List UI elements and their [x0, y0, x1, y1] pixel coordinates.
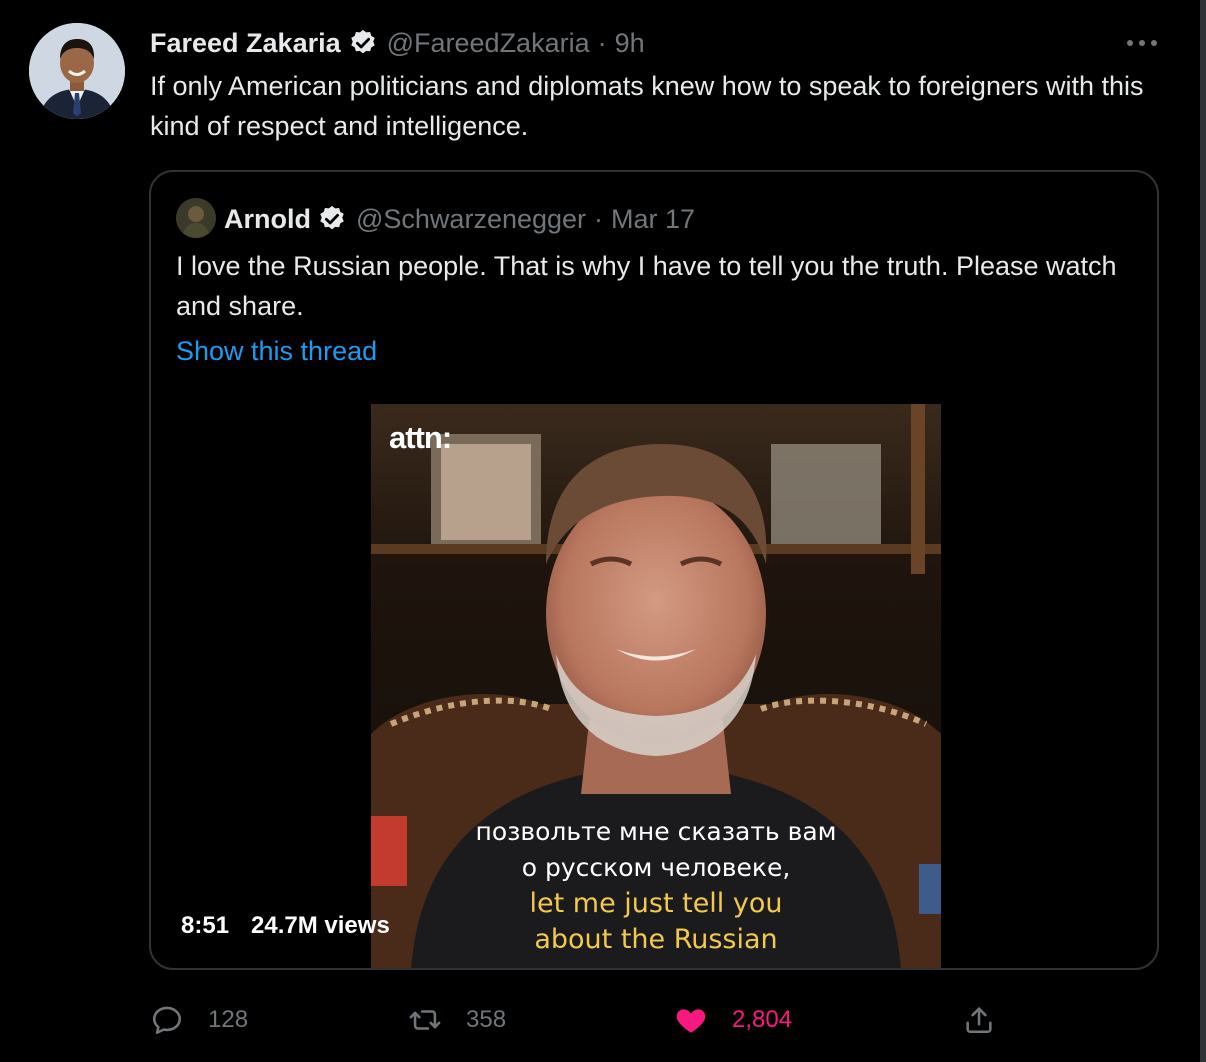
show-thread-link[interactable]: Show this thread — [176, 336, 377, 367]
reply-button[interactable]: 128 — [150, 998, 248, 1042]
share-button[interactable] — [962, 998, 996, 1042]
quoted-author-avatar[interactable] — [176, 198, 216, 238]
author-handle[interactable]: @FareedZakaria — [387, 28, 590, 59]
quoted-tweet-header: Arnold @Schwarzenegger · Mar 17 — [224, 202, 695, 236]
caption-english-line-1: let me just tell you — [529, 888, 783, 919]
quoted-author-handle[interactable]: @Schwarzenegger — [356, 204, 586, 235]
tweet-header: Fareed Zakaria @FareedZakaria · 9h — [150, 26, 645, 60]
author-avatar[interactable] — [29, 23, 125, 119]
video-view-count: 24.7M views — [251, 912, 390, 939]
quoted-tweet-card[interactable]: Arnold @Schwarzenegger · Mar 17 I love t… — [149, 170, 1159, 970]
reply-count: 128 — [208, 1006, 249, 1033]
quoted-author-display-name[interactable]: Arnold — [224, 204, 311, 235]
retweet-icon — [409, 1010, 441, 1030]
video-brand-logo: attn: — [389, 420, 452, 455]
retweet-count: 358 — [466, 1006, 507, 1033]
video-caption-english: let me just tell you about the Russian — [371, 886, 941, 958]
verified-badge-icon — [317, 204, 347, 234]
separator-dot: · — [594, 203, 604, 234]
quoted-tweet-timestamp[interactable]: Mar 17 — [611, 204, 695, 235]
like-count: 2,804 — [732, 1006, 793, 1033]
like-button[interactable]: 2,804 — [674, 998, 792, 1042]
retweet-button[interactable]: 358 — [408, 998, 506, 1042]
video-caption-russian: позвольте мне сказать вам о русском чело… — [371, 814, 941, 886]
video-duration: 8:51 — [181, 912, 230, 939]
verified-badge-icon — [348, 28, 378, 58]
caption-russian-line-2: о русском человеке, — [521, 853, 791, 882]
window-edge — [1200, 0, 1206, 1062]
caption-english-line-2: about the Russian — [534, 924, 778, 955]
separator-dot: · — [597, 27, 607, 58]
reply-icon — [152, 1006, 182, 1035]
quoted-tweet-text: I love the Russian people. That is why I… — [176, 251, 1117, 321]
tweet-timestamp[interactable]: 9h — [615, 28, 645, 59]
author-display-name[interactable]: Fareed Zakaria — [150, 28, 341, 59]
tweet-action-bar: 128 358 2,804 — [150, 998, 1010, 1042]
tweet-text: If only American politicians and diploma… — [150, 71, 1144, 141]
heart-icon — [676, 1009, 706, 1033]
more-horizontal-icon[interactable] — [1124, 36, 1160, 48]
caption-russian-line-1: позвольте мне сказать вам — [475, 817, 837, 846]
video-meta: 8:51 24.7M views — [181, 912, 390, 940]
share-icon — [966, 1007, 992, 1034]
video-player[interactable]: attn: позвольте мне сказать вам о русско… — [371, 404, 941, 968]
